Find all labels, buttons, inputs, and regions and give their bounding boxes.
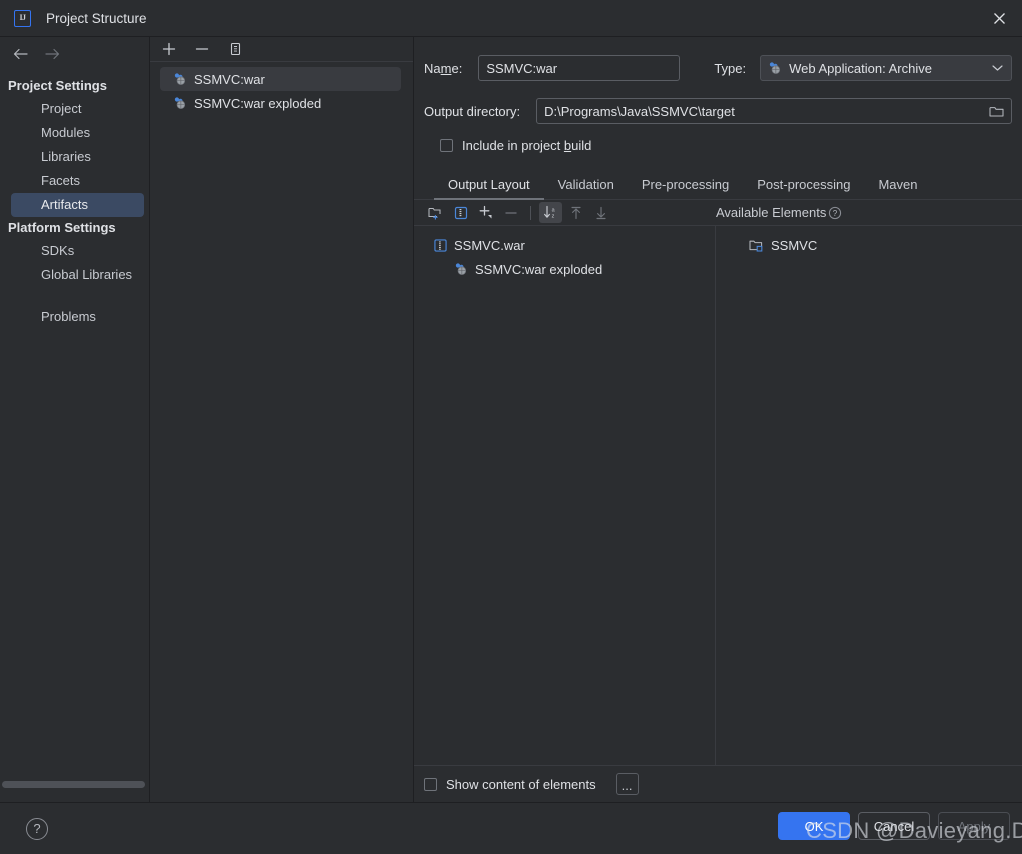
sidebar-group-project-settings: Project Settings (8, 78, 107, 93)
cancel-button[interactable]: Cancel (858, 812, 930, 840)
name-input[interactable]: SSMVC:war (478, 55, 681, 81)
archive-icon (434, 238, 447, 252)
folder-icon[interactable] (989, 105, 1004, 118)
title-bar: IJ Project Structure (0, 0, 1022, 37)
output-directory-label: Output directory: (424, 103, 521, 119)
list-item-label: SSMVC:war exploded (194, 95, 322, 111)
tree-row-label: SSMVC (771, 237, 818, 253)
window-title: Project Structure (46, 10, 147, 26)
artifact-icon (768, 61, 782, 75)
output-directory-row: Output directory: D:\Programs\Java\SSMVC… (424, 98, 1012, 124)
add-dropdown-icon[interactable] (474, 202, 497, 223)
toolbar-divider (530, 205, 531, 220)
output-directory-value: D:\Programs\Java\SSMVC\target (544, 103, 735, 119)
output-layout-tree: SSMVC.war SSMVC:war exploded (414, 226, 716, 765)
list-item[interactable]: SSMVC:war exploded (160, 91, 401, 115)
tree-row[interactable]: SSMVC.war (414, 233, 715, 257)
remove-artifact-button[interactable] (192, 39, 212, 59)
copy-icon[interactable] (225, 39, 245, 59)
sidebar-group-platform-settings: Platform Settings (8, 220, 116, 235)
artifacts-list: SSMVC:war SSMVC:war exploded (150, 62, 413, 115)
sidebar-item-libraries[interactable]: Libraries (0, 145, 149, 169)
name-label: Name: (424, 60, 463, 76)
include-in-project-build-row[interactable]: Include in project build (424, 134, 1012, 156)
sidebar-item-sdks[interactable]: SDKs (0, 239, 149, 263)
artifact-detail-panel: Name: SSMVC:war Type: Web Application: A… (414, 37, 1022, 802)
artifact-icon (173, 72, 187, 86)
svg-text:a: a (551, 207, 554, 213)
tab-post-processing[interactable]: Post-processing (743, 177, 864, 199)
intellij-idea-icon: IJ (14, 9, 31, 27)
tab-output-layout[interactable]: Output Layout (434, 177, 544, 200)
help-circle-icon[interactable]: ? (26, 817, 48, 840)
ok-button[interactable]: OK (778, 812, 850, 840)
available-elements-label: Available Elements (716, 205, 827, 220)
dialog-footer: ? OK Cancel Apply (0, 802, 1022, 854)
type-dropdown[interactable]: Web Application: Archive (760, 55, 1012, 81)
minus-icon (499, 202, 522, 223)
list-item[interactable]: SSMVC:war (160, 67, 401, 91)
tab-maven[interactable]: Maven (864, 177, 931, 199)
artifacts-toolbar (150, 37, 413, 62)
arrow-down-icon (589, 202, 612, 223)
tab-pre-processing[interactable]: Pre-processing (628, 177, 743, 199)
artifacts-list-panel: SSMVC:war SSMVC:war exploded (150, 37, 414, 802)
output-layout-toolbar: a z Available Elements ? (414, 200, 1022, 225)
name-input-value: SSMVC:war (486, 60, 558, 76)
sidebar-item-project[interactable]: Project (0, 97, 149, 121)
sidebar-list: Project Settings Project Modules Librari… (0, 71, 149, 802)
layout-trees: SSMVC.war SSMVC:war exploded SSMVC (414, 225, 1022, 765)
svg-text:?: ? (833, 209, 838, 218)
svg-text:z: z (551, 214, 554, 220)
arrow-left-icon[interactable] (11, 45, 29, 63)
output-directory-input[interactable]: D:\Programs\Java\SSMVC\target (536, 98, 1012, 124)
tree-row[interactable]: SSMVC:war exploded (414, 257, 715, 281)
chevron-down-icon (992, 64, 1003, 72)
footer-buttons: OK Cancel Apply (778, 812, 1010, 840)
sidebar-nav-arrows (0, 37, 149, 71)
arrow-up-icon (564, 202, 587, 223)
type-dropdown-value: Web Application: Archive (789, 60, 932, 76)
new-folder-icon[interactable] (424, 202, 447, 223)
sidebar-item-modules[interactable]: Modules (0, 121, 149, 145)
sidebar-item-problems[interactable]: Problems (0, 305, 149, 329)
show-content-of-elements-checkbox[interactable] (424, 777, 437, 791)
add-artifact-button[interactable] (159, 39, 179, 59)
tree-row-label: SSMVC.war (454, 237, 525, 253)
sidebar-item-facets[interactable]: Facets (0, 169, 149, 193)
close-icon[interactable] (976, 0, 1022, 37)
detail-tabs: Output Layout Validation Pre-processing … (414, 172, 1022, 200)
settings-sidebar: Project Settings Project Modules Librari… (0, 37, 150, 802)
arrow-right-icon (43, 45, 61, 63)
include-in-project-build-label: Include in project build (462, 137, 592, 153)
dialog-body: Project Settings Project Modules Librari… (0, 37, 1022, 802)
available-elements-header: Available Elements ? (716, 200, 842, 225)
name-type-row: Name: SSMVC:war Type: Web Application: A… (424, 55, 1012, 81)
sort-alphabetically-icon[interactable]: a z (539, 202, 562, 223)
artifact-icon (173, 96, 187, 110)
show-content-of-elements-label: Show content of elements (446, 776, 596, 792)
tree-row[interactable]: SSMVC (716, 233, 1022, 257)
help-circle-icon[interactable]: ? (828, 206, 842, 220)
artifact-icon (454, 262, 468, 276)
list-item-label: SSMVC:war (194, 71, 265, 87)
available-elements-tree: SSMVC (716, 226, 1022, 765)
detail-bottom-bar: Show content of elements ... (414, 765, 1022, 802)
sidebar-item-artifacts[interactable]: Artifacts (11, 193, 144, 217)
type-label: Type: (714, 60, 747, 76)
sidebar-horizontal-scrollbar[interactable] (2, 781, 145, 788)
include-in-project-build-checkbox[interactable] (440, 138, 453, 152)
more-options-button[interactable]: ... (615, 773, 639, 795)
project-structure-dialog: IJ Project Structure Project Settings Pr… (0, 0, 1022, 854)
artifact-form: Name: SSMVC:war Type: Web Application: A… (414, 37, 1022, 156)
apply-button: Apply (938, 812, 1010, 840)
tree-row-label: SSMVC:war exploded (475, 261, 603, 277)
tab-validation[interactable]: Validation (544, 177, 628, 199)
sidebar-item-global-libraries[interactable]: Global Libraries (0, 263, 149, 287)
module-folder-icon (749, 239, 764, 252)
new-archive-icon[interactable] (449, 202, 472, 223)
